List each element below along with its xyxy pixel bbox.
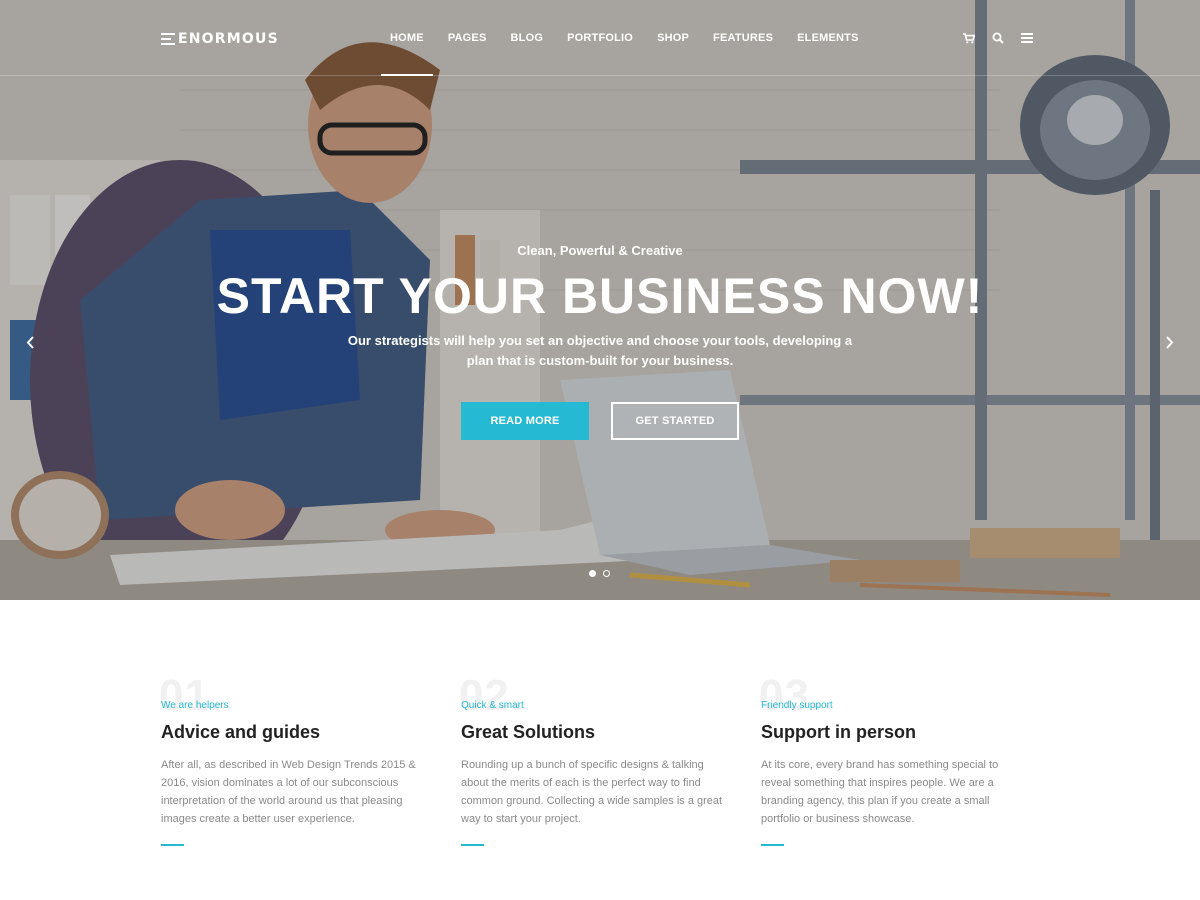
site-header: ENORMOUS HOME PAGES BLOG PORTFOLIO SHOP … [0, 0, 1200, 76]
logo-text: ENORMOUS [178, 31, 279, 47]
feature-title: Advice and guides [161, 722, 321, 742]
nav-item-home[interactable]: HOME [378, 0, 436, 76]
nav-item-portfolio[interactable]: PORTFOLIO [555, 0, 645, 76]
feature-number: 03. [759, 671, 824, 720]
slider-pagination [589, 570, 610, 577]
logo[interactable]: ENORMOUS [161, 29, 279, 49]
menu-icon[interactable] [1020, 28, 1034, 48]
feature-divider [161, 844, 184, 846]
read-more-button[interactable]: READ MORE [461, 402, 589, 440]
hero-subtitle: Clean, Powerful & Creative [517, 243, 683, 258]
slider-dot-2[interactable] [603, 570, 610, 577]
feature-divider [461, 844, 484, 846]
cart-icon[interactable] [962, 28, 976, 48]
feature-number: 02. [459, 671, 524, 720]
header-icons [962, 28, 1034, 48]
nav-item-features[interactable]: FEATURES [701, 0, 785, 76]
nav-item-elements[interactable]: ELEMENTS [785, 0, 871, 76]
feature-kicker: We are helpers [161, 700, 229, 711]
feature-text: At its core, every brand has something s… [761, 759, 999, 825]
main-nav: HOME PAGES BLOG PORTFOLIO SHOP FEATURES … [378, 0, 871, 76]
logo-mark-icon [161, 33, 175, 45]
feature-number: 01. [159, 671, 224, 720]
feature-text: After all, as described in Web Design Tr… [161, 759, 416, 825]
slider-dot-1[interactable] [589, 570, 596, 577]
hero-description: Our strategists will help you set an obj… [347, 333, 853, 368]
feature-divider [761, 844, 784, 846]
chevron-right-icon[interactable] [1163, 334, 1177, 350]
feature-title: Support in person [761, 722, 916, 742]
feature-kicker: Friendly support [761, 700, 833, 711]
nav-item-blog[interactable]: BLOG [499, 0, 556, 76]
search-icon[interactable] [991, 28, 1005, 48]
nav-item-shop[interactable]: SHOP [645, 0, 701, 76]
chevron-left-icon[interactable] [23, 334, 37, 350]
feature-title: Great Solutions [461, 722, 596, 742]
feature-kicker: Quick & smart [461, 700, 524, 711]
hero-slider: ENORMOUS HOME PAGES BLOG PORTFOLIO SHOP … [0, 0, 1200, 600]
get-started-button[interactable]: GET STARTED [611, 402, 739, 440]
hero-title: START YOUR BUSINESS NOW! [216, 268, 984, 324]
feature-text: Rounding up a bunch of specific designs … [461, 759, 723, 825]
nav-item-pages[interactable]: PAGES [436, 0, 499, 76]
